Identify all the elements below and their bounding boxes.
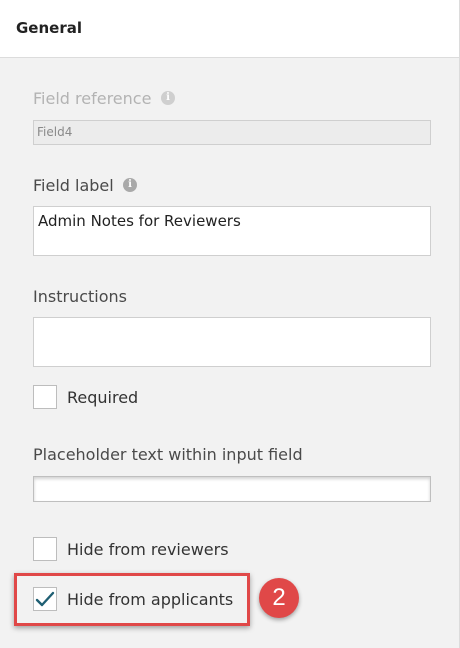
info-icon[interactable]: i xyxy=(123,178,137,192)
hide-from-reviewers-label: Hide from reviewers xyxy=(67,540,229,559)
field-reference-input: Field4 xyxy=(33,120,431,145)
checkmark-icon xyxy=(35,591,55,607)
hide-from-reviewers-checkbox[interactable] xyxy=(33,537,57,561)
placeholder-text-label: Placeholder text within input field xyxy=(33,445,303,464)
step-number-badge: 2 xyxy=(259,578,299,618)
required-checkbox[interactable] xyxy=(33,385,57,409)
field-label-input[interactable]: Admin Notes for Reviewers xyxy=(33,206,431,256)
info-icon[interactable]: i xyxy=(161,91,175,105)
field-reference-label: Field reference xyxy=(33,89,152,108)
instructions-input[interactable] xyxy=(33,317,431,367)
hide-from-applicants-checkbox[interactable] xyxy=(33,587,57,611)
placeholder-text-input[interactable] xyxy=(33,476,431,502)
instructions-label: Instructions xyxy=(33,287,127,306)
required-label: Required xyxy=(67,388,139,407)
panel-title: General xyxy=(16,19,82,37)
hide-from-applicants-label: Hide from applicants xyxy=(67,590,234,609)
field-label-label: Field label xyxy=(33,176,114,195)
panel-header: General xyxy=(0,0,460,58)
